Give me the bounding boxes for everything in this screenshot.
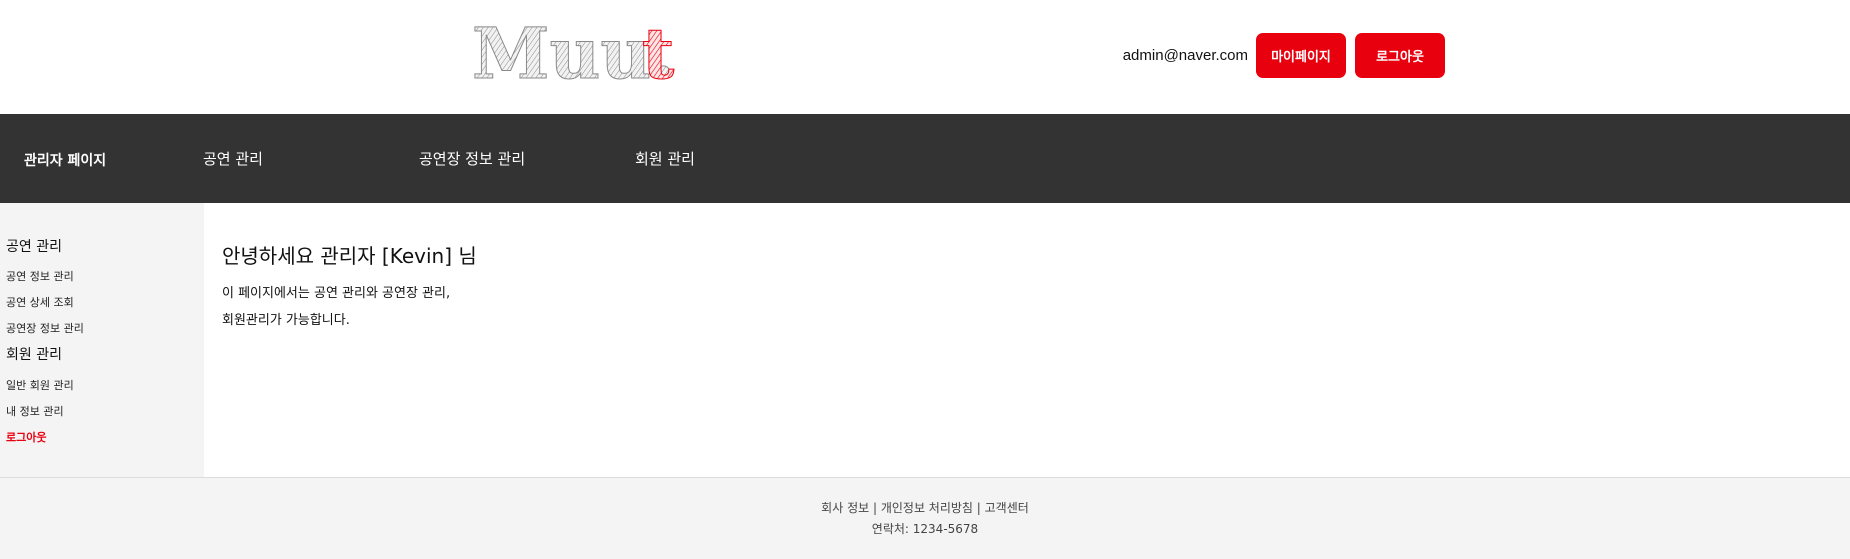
mypage-button[interactable]: 마이페이지: [1256, 33, 1346, 78]
site-header: Muu. t admin@naver.com 마이페이지 로그아웃: [0, 0, 1850, 114]
user-email: admin@naver.com: [1122, 47, 1248, 64]
footer-links: 회사 정보 | 개인정보 처리방침 | 고객센터: [0, 499, 1850, 516]
sidebar-heading-performance: 공연 관리: [6, 239, 62, 255]
page-description-line-1: 이 페이지에서는 공연 관리와 공연장 관리,: [222, 286, 451, 301]
nav-item-venue-info-management[interactable]: 공연장 정보 관리: [419, 148, 525, 169]
main-content: 안녕하세요 관리자 [Kevin] 님 이 페이지에서는 공연 관리와 공연장 …: [204, 203, 1850, 477]
footer-contact: 연락처: 1234-5678: [871, 522, 979, 536]
sidebar-link-performance-detail[interactable]: 공연 상세 조회: [6, 294, 74, 310]
main-nav: 관리자 페이지 공연 관리 공연장 정보 관리 회원 관리: [0, 114, 1850, 203]
logout-button[interactable]: 로그아웃: [1355, 33, 1445, 78]
footer-link-privacy-policy[interactable]: 개인정보 처리방침: [881, 501, 973, 515]
sidebar-link-general-members[interactable]: 일반 회원 관리: [6, 377, 74, 393]
sidebar-link-venue-info[interactable]: 공연장 정보 관리: [6, 320, 84, 336]
site-logo[interactable]: Muu. t: [470, 12, 680, 96]
footer-link-customer-center[interactable]: 고객센터: [985, 501, 1029, 515]
footer-separator: |: [972, 501, 985, 515]
nav-item-performance-management[interactable]: 공연 관리: [203, 148, 263, 169]
page-title: 안녕하세요 관리자 [Kevin] 님: [222, 244, 477, 268]
sidebar-link-my-info[interactable]: 내 정보 관리: [6, 403, 64, 419]
footer-link-company-info[interactable]: 회사 정보: [821, 501, 869, 515]
site-footer: 회사 정보 | 개인정보 처리방침 | 고객센터 연락처: 1234-5678: [0, 477, 1850, 559]
sidebar: 공연 관리 공연 정보 관리 공연 상세 조회 공연장 정보 관리 회원 관리 …: [0, 203, 204, 477]
logo-text-accent: t: [642, 18, 674, 84]
sidebar-link-performance-info[interactable]: 공연 정보 관리: [6, 268, 74, 284]
sidebar-heading-member: 회원 관리: [6, 347, 62, 363]
logo-image: Muu. t: [472, 12, 677, 96]
nav-item-member-management[interactable]: 회원 관리: [635, 148, 695, 169]
nav-brand-admin-page[interactable]: 관리자 페이지: [24, 150, 106, 170]
sidebar-link-logout[interactable]: 로그아웃: [6, 429, 46, 445]
page-description-line-2: 회원관리가 가능합니다.: [222, 313, 350, 328]
footer-separator: |: [869, 501, 881, 515]
